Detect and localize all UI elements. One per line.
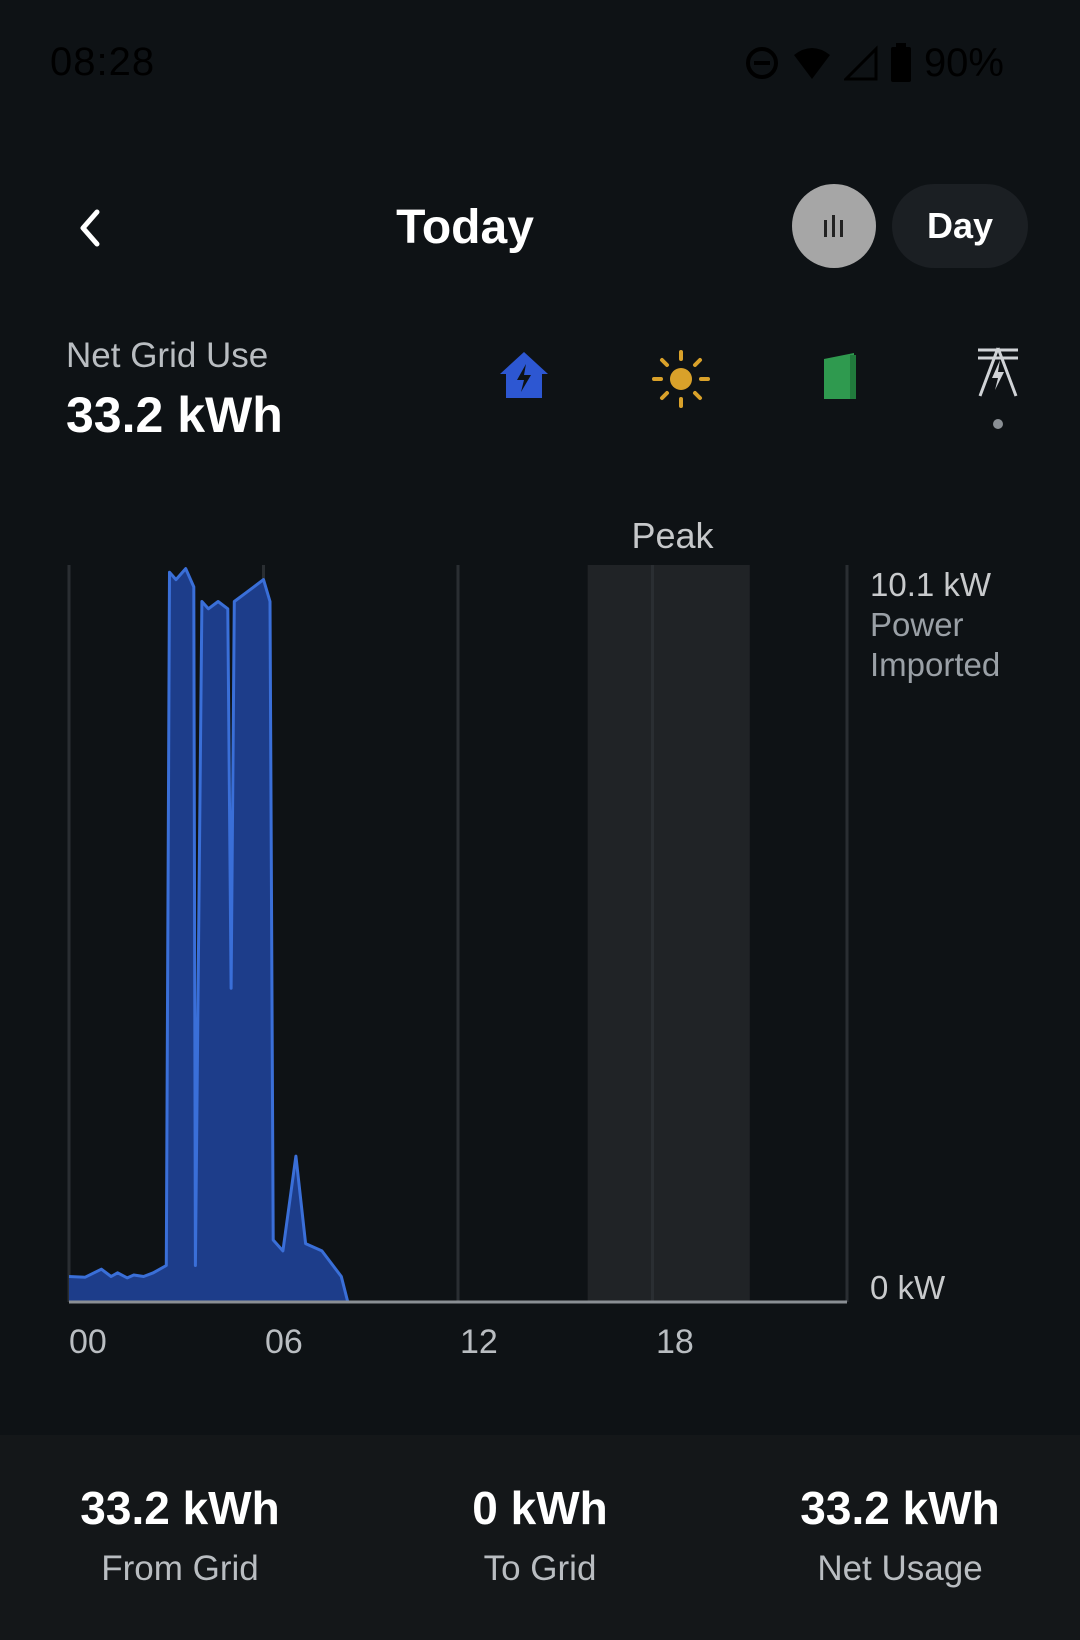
bar-chart-icon — [824, 215, 843, 237]
y-max-label: 10.1 kW Power Imported — [870, 565, 1000, 685]
y-axis-title-line2: Imported — [870, 646, 1001, 683]
battery-percent: 90% — [923, 40, 1004, 85]
home-icon[interactable] — [497, 348, 551, 407]
do-not-disturb-icon — [745, 47, 778, 79]
stat-value: 0 kWh — [472, 1482, 608, 1534]
stat-label: From Grid — [101, 1549, 259, 1588]
y-axis-title-line1: Power — [870, 606, 964, 643]
stat-net-usage: 33.2 kWh Net Usage — [740, 1481, 1060, 1589]
header: Today Day — [0, 180, 1080, 276]
solar-icon[interactable] — [652, 350, 710, 413]
y-max-value: 10.1 kW — [870, 566, 992, 603]
source-icons — [0, 347, 1080, 438]
peak-band — [587, 565, 750, 1302]
wifi-icon — [793, 48, 830, 79]
stat-label: Net Usage — [817, 1549, 983, 1588]
grid-tower-icon[interactable] — [974, 344, 1022, 439]
stat-value: 33.2 kWh — [800, 1482, 1000, 1534]
stat-to-grid: 0 kWh To Grid — [380, 1481, 700, 1589]
battery-icon[interactable] — [820, 353, 860, 406]
stat-label: To Grid — [483, 1549, 597, 1588]
status-time: 08:28 — [50, 40, 156, 84]
x-tick-18: 18 — [656, 1323, 694, 1361]
stat-from-grid: 33.2 kWh From Grid — [20, 1481, 340, 1589]
x-tick-00: 00 — [69, 1323, 107, 1361]
page-title: Today — [396, 201, 534, 254]
x-tick-06: 06 — [265, 1323, 303, 1361]
y-min-label: 0 kW — [870, 1269, 946, 1306]
stats-footer: 33.2 kWh From Grid 0 kWh To Grid 33.2 kW… — [0, 1435, 1080, 1640]
stat-value: 33.2 kWh — [80, 1482, 280, 1534]
period-selector-button[interactable]: Day — [892, 184, 1028, 268]
status-bar: 08:28 90% — [0, 0, 1080, 120]
battery-icon-status — [890, 43, 911, 82]
x-tick-12: 12 — [460, 1323, 498, 1361]
status-icons: 90% — [744, 40, 1004, 86]
signal-icon — [843, 45, 878, 81]
chart-type-button[interactable] — [792, 184, 876, 268]
